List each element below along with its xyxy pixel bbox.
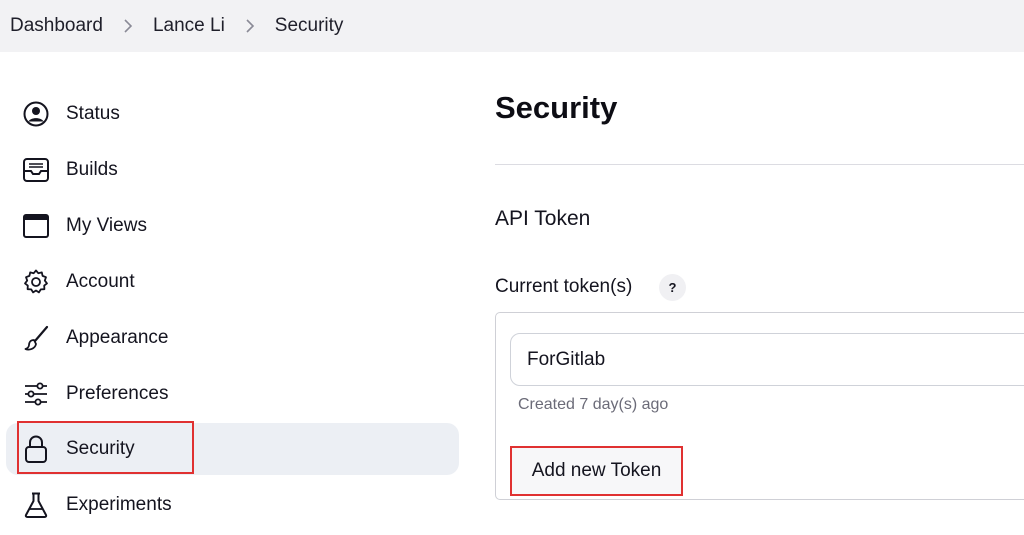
sidebar-item-appearance[interactable]: Appearance [6, 312, 459, 364]
inbox-tray-icon [22, 156, 50, 184]
user-circle-icon [22, 100, 50, 128]
paintbrush-icon [22, 324, 50, 352]
add-new-token-button[interactable]: Add new Token [510, 446, 683, 496]
breadcrumb-item-security[interactable]: Security [275, 15, 344, 37]
token-created-text: Created 7 day(s) ago [518, 396, 669, 413]
window-icon [22, 212, 50, 240]
sidebar-item-builds[interactable]: Builds [6, 144, 459, 196]
sidebar: Status Builds My Views Account Appearanc… [0, 52, 470, 535]
token-list-box: ForGitlab Created 7 day(s) ago Add new T… [495, 312, 1024, 500]
main-content: Security API Token Current token(s) ? Fo… [495, 52, 1024, 535]
flask-icon [22, 491, 50, 519]
sidebar-item-security[interactable]: Security [6, 423, 459, 475]
help-button[interactable]: ? [659, 274, 686, 301]
sidebar-item-preferences[interactable]: Preferences [6, 368, 459, 420]
token-name-field[interactable]: ForGitlab [510, 333, 1024, 386]
sidebar-item-status[interactable]: Status [6, 88, 459, 140]
sidebar-item-label: Preferences [66, 383, 169, 404]
sliders-icon [22, 380, 50, 408]
divider [495, 164, 1024, 165]
page-title: Security [495, 90, 618, 125]
sidebar-item-my-views[interactable]: My Views [6, 200, 459, 252]
lock-icon [22, 435, 50, 463]
sidebar-item-label: Appearance [66, 327, 169, 348]
breadcrumb: Dashboard Lance Li Security [0, 0, 1024, 52]
sidebar-item-label: My Views [66, 215, 147, 236]
chevron-right-icon [103, 16, 153, 36]
chevron-right-icon [225, 16, 275, 36]
sidebar-item-label: Builds [66, 159, 118, 180]
sidebar-item-label: Experiments [66, 494, 172, 515]
breadcrumb-item-user[interactable]: Lance Li [153, 15, 225, 37]
sidebar-item-experiments[interactable]: Experiments [6, 479, 459, 531]
breadcrumb-item-dashboard[interactable]: Dashboard [10, 15, 103, 37]
gear-icon [22, 268, 50, 296]
sidebar-item-label: Status [66, 103, 120, 124]
sidebar-item-label: Account [66, 271, 135, 292]
current-tokens-label: Current token(s) [495, 276, 633, 297]
sidebar-item-label: Security [66, 438, 135, 459]
api-token-heading: API Token [495, 207, 591, 230]
sidebar-item-account[interactable]: Account [6, 256, 459, 308]
